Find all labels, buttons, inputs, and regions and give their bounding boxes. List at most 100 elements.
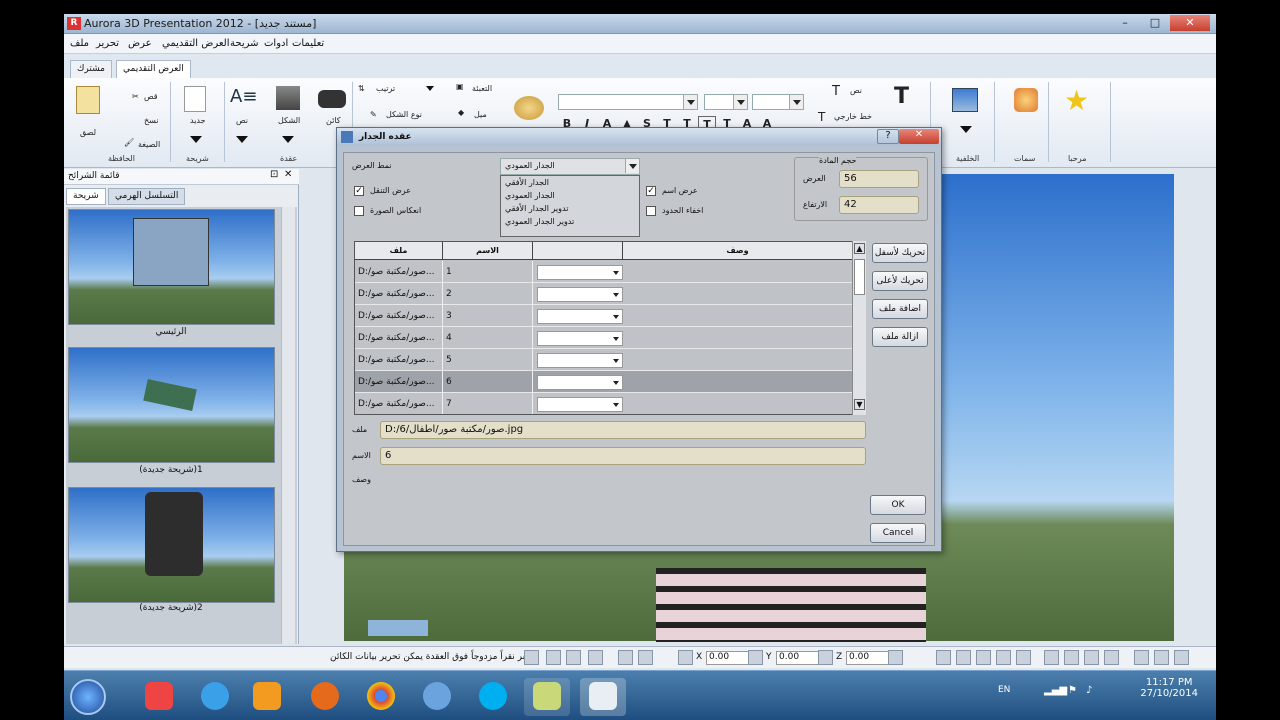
cell-description[interactable] xyxy=(623,283,853,305)
reflect-image-checkbox[interactable] xyxy=(354,206,364,216)
table-row[interactable]: D:/صور/مكتبة صو... 2 xyxy=(355,283,865,305)
arrange-label[interactable]: ترتيب xyxy=(376,84,395,93)
firefox-icon[interactable] xyxy=(302,678,348,716)
display-mode-dropdown[interactable]: الجدار الأفقي الجدار العمودي تدوير الجدا… xyxy=(500,175,640,237)
menu-edit[interactable]: تحرير xyxy=(96,38,119,49)
format-painter-icon[interactable]: 🖌 xyxy=(124,138,134,147)
reset-y-icon[interactable] xyxy=(748,650,763,665)
palette-icon[interactable] xyxy=(514,96,544,120)
volume-icon[interactable]: ♪ xyxy=(1086,685,1092,696)
layout-1-icon[interactable] xyxy=(1044,650,1059,665)
tilt-label[interactable]: ميل xyxy=(474,110,487,119)
outline-text-label[interactable]: خط خارجي xyxy=(834,112,872,121)
cell-dropdown[interactable] xyxy=(537,265,623,280)
help-button[interactable]: ? xyxy=(877,129,899,144)
themes-icon[interactable] xyxy=(1014,88,1038,112)
tab-slide[interactable]: شريحة xyxy=(66,188,106,205)
cut-icon[interactable]: ✂ xyxy=(132,92,139,101)
thumbnail-scrollbar[interactable] xyxy=(281,207,295,644)
scroll-up-icon[interactable]: ▲ xyxy=(854,243,865,254)
menu-view[interactable]: عرض xyxy=(128,38,152,49)
cell-dropdown[interactable] xyxy=(537,397,623,412)
display-mode-select[interactable]: الجدار العمودي xyxy=(500,158,640,175)
paste-icon[interactable] xyxy=(76,86,100,114)
text-icon[interactable]: A≡ xyxy=(230,86,257,112)
cell-dropdown[interactable] xyxy=(537,287,623,302)
text-dropdown-icon[interactable] xyxy=(236,136,248,143)
chevron-down-icon[interactable] xyxy=(789,95,803,109)
render-2-icon[interactable] xyxy=(1154,650,1169,665)
aurora-app-icon[interactable] xyxy=(580,678,626,716)
cell-name[interactable]: 6 xyxy=(443,371,533,393)
background-label[interactable]: الخلفية xyxy=(956,154,979,163)
move-down-button[interactable]: تحريك لأسفل xyxy=(872,243,928,263)
nav-arrows-icon[interactable] xyxy=(368,620,428,636)
render-3-icon[interactable] xyxy=(1174,650,1189,665)
render-1-icon[interactable] xyxy=(1134,650,1149,665)
option-rotate-vertical[interactable]: تدوير الجدار العمودي xyxy=(505,217,574,226)
distribute-v-icon[interactable] xyxy=(1016,650,1031,665)
background-dropdown-icon[interactable] xyxy=(960,126,972,133)
fill-label[interactable]: التعبئة xyxy=(472,84,492,93)
option-vertical-wall[interactable]: الجدار العمودي xyxy=(505,191,555,200)
move-up-button[interactable]: تحريك لأعلى xyxy=(872,271,928,291)
maximize-button[interactable]: □ xyxy=(1142,15,1168,31)
cell-description[interactable] xyxy=(623,261,853,283)
cell-name[interactable]: 2 xyxy=(443,283,533,305)
cell-file[interactable]: D:/صور/مكتبة صو... xyxy=(355,327,443,349)
new-slide-label[interactable]: جديد xyxy=(190,116,206,125)
cell-dropdown[interactable] xyxy=(537,353,623,368)
cell-description[interactable] xyxy=(623,305,853,327)
cell-dropdown[interactable] xyxy=(537,331,623,346)
y-coordinate-input[interactable]: 0.00 xyxy=(776,651,824,665)
option-horizontal-wall[interactable]: الجدار الأفقي xyxy=(505,178,549,187)
cell-name[interactable]: 7 xyxy=(443,393,533,414)
hide-border-checkbox[interactable] xyxy=(646,206,656,216)
camera-icon[interactable] xyxy=(588,650,603,665)
cell-name[interactable]: 3 xyxy=(443,305,533,327)
arrange-icon[interactable]: ⇅ xyxy=(358,84,365,93)
scroll-thumb[interactable] xyxy=(854,259,865,295)
tab-hierarchy[interactable]: التسلسل الهرمي xyxy=(108,188,186,205)
chrome-icon[interactable] xyxy=(358,678,404,716)
network-icon[interactable]: ▂▄▆ xyxy=(1044,685,1067,696)
layout-2-icon[interactable] xyxy=(1064,650,1079,665)
copy-label[interactable]: نسخ xyxy=(144,116,159,125)
text-node-icon[interactable]: T xyxy=(832,84,840,99)
panel-close-icon[interactable]: ✕ xyxy=(284,169,292,180)
column-header-description[interactable]: وصف xyxy=(623,242,853,260)
cell-description[interactable] xyxy=(623,349,853,371)
dialog-close-button[interactable]: ✕ xyxy=(899,129,939,144)
chevron-down-icon[interactable] xyxy=(625,159,639,173)
shape-label[interactable]: الشكل xyxy=(278,116,300,125)
table-row[interactable]: D:/صور/مكتبة صو... 7 xyxy=(355,393,865,414)
chevron-down-icon[interactable] xyxy=(733,95,747,109)
skype-icon[interactable] xyxy=(470,678,516,716)
cell-file[interactable]: D:/صور/مكتبة صو... xyxy=(355,283,443,305)
name-input[interactable]: 6 xyxy=(380,447,866,465)
menu-help[interactable]: تعليمات xyxy=(292,38,324,49)
minimize-button[interactable]: – xyxy=(1112,15,1138,31)
table-row[interactable]: D:/صور/مكتبة صو... 3 xyxy=(355,305,865,327)
distribute-icon[interactable] xyxy=(996,650,1011,665)
menu-slide[interactable]: شريحة xyxy=(230,38,259,49)
option-rotate-horizontal[interactable]: تدوير الجدار الأفقي xyxy=(505,204,568,213)
table-row[interactable]: D:/صور/مكتبة صو... 1 xyxy=(355,261,865,283)
cut-label[interactable]: قص xyxy=(144,92,158,101)
welcome-star-icon[interactable]: ★ xyxy=(1064,84,1089,117)
cell-description[interactable] xyxy=(623,393,853,414)
table-row[interactable]: D:/صور/مكتبة صو... 4 xyxy=(355,327,865,349)
font-size-combo[interactable] xyxy=(704,94,748,110)
format-painter-label[interactable]: الصيغة xyxy=(138,140,160,149)
show-name-checkbox[interactable]: ✓ xyxy=(646,186,656,196)
table-scrollbar[interactable]: ▲ ▼ xyxy=(852,241,866,415)
object-icon[interactable] xyxy=(318,90,346,108)
pin-icon[interactable]: ⊡ xyxy=(270,169,278,180)
folder-app-icon[interactable] xyxy=(524,678,570,716)
shape-type-label[interactable]: نوع الشكل xyxy=(386,110,422,119)
settings-icon[interactable] xyxy=(888,650,903,665)
tilt-icon[interactable]: ◆ xyxy=(458,108,464,117)
internet-explorer-icon[interactable] xyxy=(192,678,238,716)
tab-share[interactable]: مشترك xyxy=(70,60,112,78)
text-tool-label[interactable]: نص xyxy=(236,116,248,125)
